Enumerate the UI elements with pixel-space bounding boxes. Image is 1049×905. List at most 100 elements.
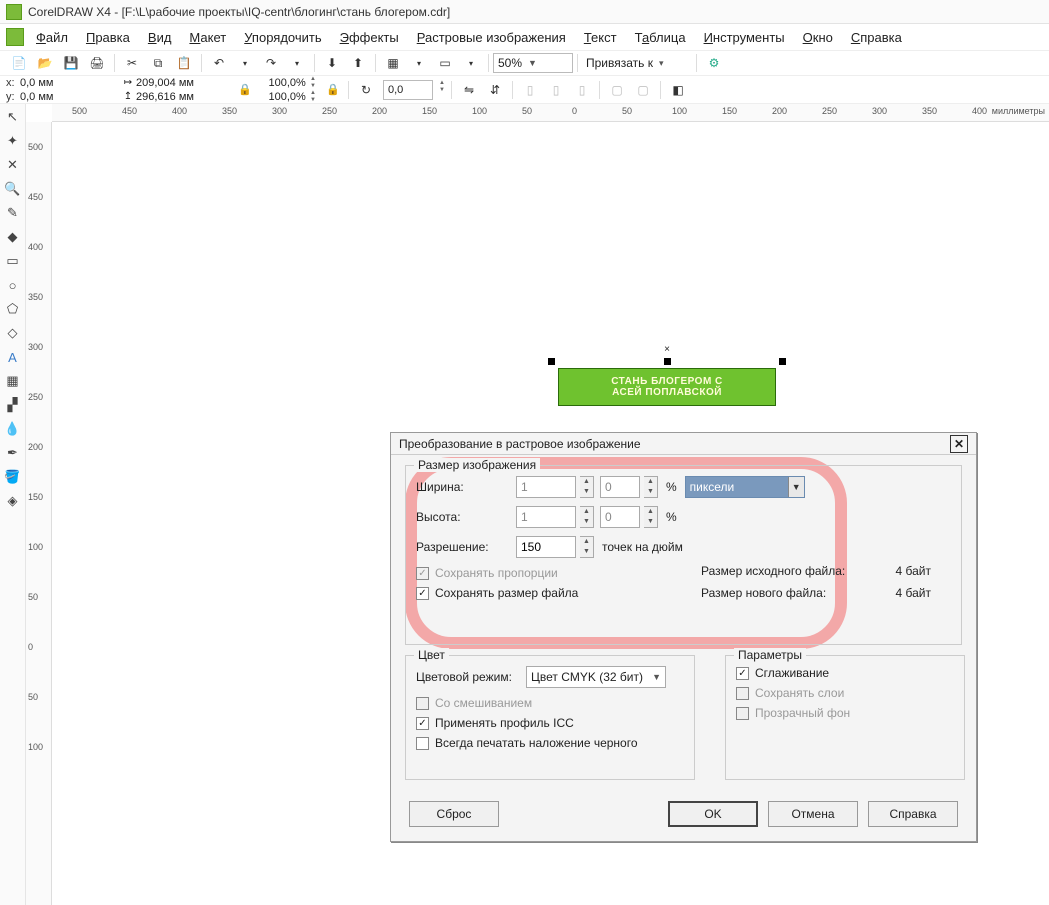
group-icon[interactable]: ▯: [571, 79, 593, 101]
y-value[interactable]: 0,0 мм: [20, 91, 116, 103]
lock-aspect-icon[interactable]: 🔒: [326, 83, 340, 96]
outline-tool-icon[interactable]: ✒: [2, 442, 24, 464]
export-icon[interactable]: ⬆: [347, 52, 369, 74]
scale-x-value[interactable]: 100,0: [256, 77, 296, 89]
table-tool-icon[interactable]: ▦: [2, 370, 24, 392]
snap-combo[interactable]: Привязать к ▾: [582, 53, 692, 73]
app-icon-menu[interactable]: [6, 28, 24, 46]
to-front-icon[interactable]: ▢: [606, 79, 628, 101]
params-group: Параметры ✓Сглаживание Сохранять слои Пр…: [725, 655, 965, 780]
antialias-checkbox[interactable]: ✓Сглаживание: [736, 666, 954, 680]
options-icon[interactable]: ⚙: [703, 52, 725, 74]
menu-tools[interactable]: Инструменты: [704, 30, 785, 45]
selected-object[interactable]: × СТАНЬ БЛОГЕРОМ С АСЕЙ ПОПЛАВСКОЙ: [552, 362, 782, 412]
rectangle-tool-icon[interactable]: ▭: [2, 250, 24, 272]
basic-shapes-icon[interactable]: ◇: [2, 322, 24, 344]
units-select[interactable]: пиксели▼: [685, 476, 805, 498]
dialog-title: Преобразование в растровое изображение: [399, 437, 641, 451]
percent-label: %: [666, 480, 677, 494]
text-tool-icon[interactable]: A: [2, 346, 24, 368]
menu-edit[interactable]: Правка: [86, 30, 130, 45]
width-value[interactable]: 209,004 мм: [136, 77, 226, 89]
ok-button[interactable]: OK: [668, 801, 758, 827]
zoom-tool-icon[interactable]: 🔍: [2, 178, 24, 200]
smart-fill-icon[interactable]: ◆: [2, 226, 24, 248]
menu-window[interactable]: Окно: [803, 30, 833, 45]
shape-tool-icon[interactable]: ✦: [2, 130, 24, 152]
mirror-h-icon[interactable]: ⇋: [458, 79, 480, 101]
redo-icon[interactable]: ↷: [260, 52, 282, 74]
convert-icon[interactable]: ◧: [667, 79, 689, 101]
welcome-drop-icon[interactable]: ▾: [460, 52, 482, 74]
cut-icon[interactable]: ✂: [121, 52, 143, 74]
polygon-tool-icon[interactable]: ⬠: [2, 298, 24, 320]
welcome-icon[interactable]: ▭: [434, 52, 456, 74]
lock-icon[interactable]: 🔒: [238, 83, 252, 96]
dimension-tool-icon[interactable]: ▞: [2, 394, 24, 416]
menu-bitmap[interactable]: Растровые изображения: [417, 30, 566, 45]
save-icon[interactable]: 💾: [60, 52, 82, 74]
help-button[interactable]: Справка: [868, 801, 958, 827]
ellipse-tool-icon[interactable]: ○: [2, 274, 24, 296]
height-scale-spinner[interactable]: ▲▼: [644, 506, 658, 528]
menu-arrange[interactable]: Упорядочить: [244, 30, 321, 45]
window-title: CorelDRAW X4 - [F:\L\рабочие проекты\IQ-…: [28, 5, 450, 19]
menu-file[interactable]: Файл: [36, 30, 68, 45]
fill-tool-icon[interactable]: 🪣: [2, 466, 24, 488]
height-label: Высота:: [416, 510, 516, 524]
redo-drop-icon[interactable]: ▾: [286, 52, 308, 74]
open-icon[interactable]: 📂: [34, 52, 56, 74]
overprint-black-checkbox[interactable]: Всегда печатать наложение черного: [416, 736, 684, 750]
paste-icon[interactable]: 📋: [173, 52, 195, 74]
tool-palette: ↖ ✦ ✕ 🔍 ✎ ◆ ▭ ○ ⬠ ◇ A ▦ ▞ 💧 ✒ 🪣 ◈: [0, 104, 26, 905]
rotation-input[interactable]: 0,0: [383, 80, 433, 100]
menu-layout[interactable]: Макет: [189, 30, 226, 45]
ungroup-icon[interactable]: ▯: [519, 79, 541, 101]
menu-text[interactable]: Текст: [584, 30, 617, 45]
width-scale-spinner[interactable]: ▲▼: [644, 476, 658, 498]
width-input[interactable]: 1: [516, 476, 576, 498]
zoom-combo[interactable]: 50% ▼: [493, 53, 573, 73]
resolution-input[interactable]: 150: [516, 536, 576, 558]
color-legend: Цвет: [414, 648, 449, 662]
banner-object[interactable]: СТАНЬ БЛОГЕРОМ С АСЕЙ ПОПЛАВСКОЙ: [558, 368, 776, 406]
freehand-tool-icon[interactable]: ✎: [2, 202, 24, 224]
height-spinner[interactable]: ▲▼: [580, 506, 594, 528]
menu-table[interactable]: Таблица: [635, 30, 686, 45]
apply-icc-checkbox[interactable]: ✓Применять профиль ICC: [416, 716, 684, 730]
dialog-titlebar[interactable]: Преобразование в растровое изображение ✕: [391, 433, 976, 455]
undo-drop-icon[interactable]: ▾: [234, 52, 256, 74]
crop-tool-icon[interactable]: ✕: [2, 154, 24, 176]
eyedropper-tool-icon[interactable]: 💧: [2, 418, 24, 440]
pick-tool-icon[interactable]: ↖: [2, 106, 24, 128]
x-value[interactable]: 0,0 мм: [20, 77, 116, 89]
app-launch-drop-icon[interactable]: ▾: [408, 52, 430, 74]
dpi-label: точек на дюйм: [602, 540, 683, 554]
import-icon[interactable]: ⬇: [321, 52, 343, 74]
cancel-button[interactable]: Отмена: [768, 801, 858, 827]
new-icon[interactable]: 📄: [8, 52, 30, 74]
width-spinner[interactable]: ▲▼: [580, 476, 594, 498]
resolution-spinner[interactable]: ▲▼: [580, 536, 594, 558]
ruler-vertical[interactable]: 50045040035030025020015010050050100: [26, 122, 52, 905]
height-value[interactable]: 296,616 мм: [136, 91, 226, 103]
color-mode-select[interactable]: Цвет CMYK (32 бит)▼: [526, 666, 666, 688]
app-launch-icon[interactable]: ▦: [382, 52, 404, 74]
width-scale-input[interactable]: 0: [600, 476, 640, 498]
scale-y-value[interactable]: 100,0: [256, 91, 296, 103]
to-back-icon[interactable]: ▢: [632, 79, 654, 101]
mirror-v-icon[interactable]: ⇵: [484, 79, 506, 101]
copy-icon[interactable]: ⧉: [147, 52, 169, 74]
print-icon[interactable]: 🖨: [86, 52, 108, 74]
height-scale-input[interactable]: 0: [600, 506, 640, 528]
ungroup-all-icon[interactable]: ▯: [545, 79, 567, 101]
ruler-horizontal[interactable]: 5004504003503002502001501005005010015020…: [52, 104, 1049, 122]
menu-effects[interactable]: Эффекты: [340, 30, 399, 45]
reset-button[interactable]: Сброс: [409, 801, 499, 827]
close-button[interactable]: ✕: [950, 435, 968, 453]
interactive-fill-icon[interactable]: ◈: [2, 490, 24, 512]
menu-help[interactable]: Справка: [851, 30, 902, 45]
undo-icon[interactable]: ↶: [208, 52, 230, 74]
menu-view[interactable]: Вид: [148, 30, 172, 45]
height-input[interactable]: 1: [516, 506, 576, 528]
